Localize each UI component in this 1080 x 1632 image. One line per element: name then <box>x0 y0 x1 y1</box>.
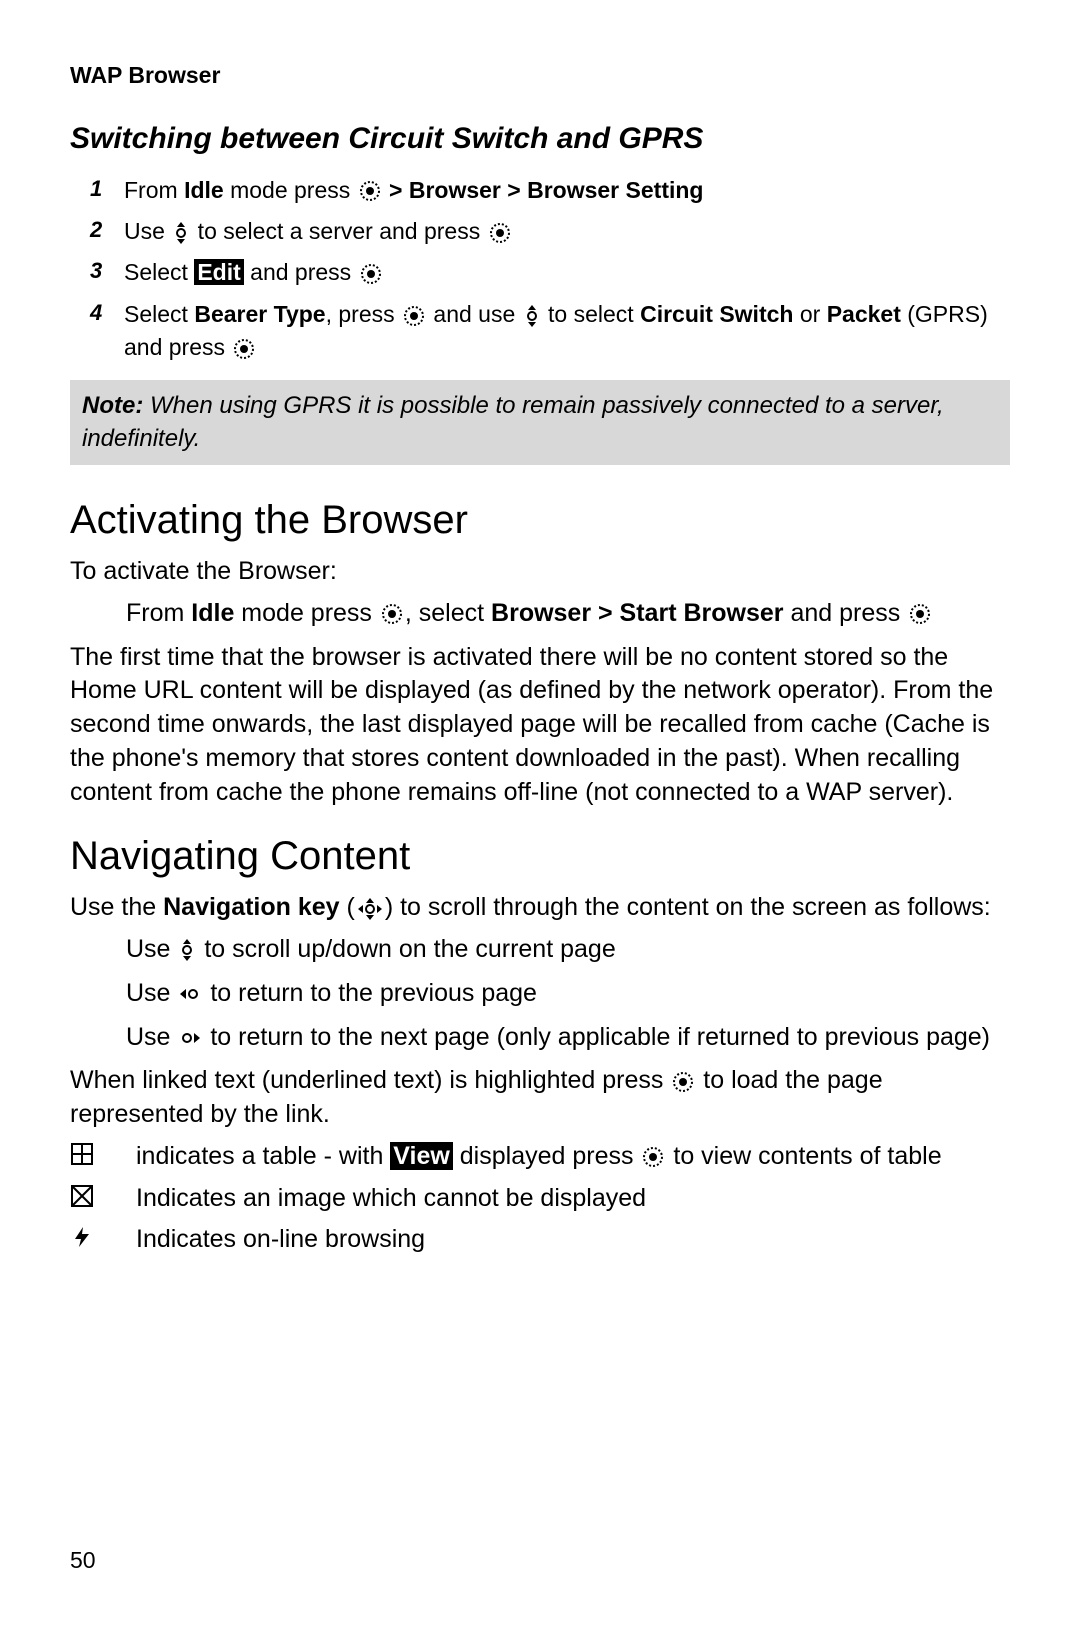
section-switching-heading: Switching between Circuit Switch and GPR… <box>70 119 1010 160</box>
center-key-icon <box>359 180 381 202</box>
txt: Use <box>124 218 171 244</box>
txt: to view contents of table <box>666 1142 941 1170</box>
txt: Navigation key <box>163 893 339 921</box>
txt: Use the <box>70 893 163 921</box>
txt: Circuit Switch <box>640 301 793 327</box>
online-icon <box>70 1223 126 1257</box>
nav-updown-icon <box>173 221 189 245</box>
center-key-icon <box>672 1071 694 1093</box>
txt: to return to the previous page <box>203 979 537 1007</box>
note-label: Note: <box>82 392 143 419</box>
step-2: 2 Use to select a server and press <box>90 215 1010 248</box>
txt: or <box>793 301 826 327</box>
step-num: 1 <box>90 174 124 207</box>
txt: to select <box>542 301 640 327</box>
txt: to return to the next page (only applica… <box>203 1023 990 1051</box>
legend-text: indicates a table - with View displayed … <box>136 1140 1010 1174</box>
step-1: 1 From Idle mode press > Browser > Brows… <box>90 174 1010 207</box>
nav-bullet-1: Use to scroll up/down on the current pag… <box>126 933 1010 967</box>
txt: to select a server and press <box>191 218 486 244</box>
txt: displayed press <box>453 1142 641 1170</box>
txt: Select <box>124 301 194 327</box>
legend-broken-image: Indicates an image which cannot be displ… <box>70 1182 1010 1216</box>
page-number: 50 <box>70 1545 96 1576</box>
nav-left-icon <box>179 986 201 1002</box>
navigating-intro: Use the Navigation key ( ) to scroll thro… <box>70 891 1010 925</box>
step-num: 4 <box>90 298 124 365</box>
txt: indicates a table - with <box>136 1142 390 1170</box>
step-4: 4 Select Bearer Type, press and use to s… <box>90 298 1010 365</box>
edit-label: Edit <box>194 259 243 285</box>
legend-online: Indicates on-line browsing <box>70 1223 1010 1257</box>
view-label: View <box>390 1142 453 1170</box>
txt: Idle <box>191 599 234 627</box>
step-num: 3 <box>90 256 124 289</box>
txt: ) to scroll through the content on the s… <box>385 893 991 921</box>
txt: to scroll up/down on the current page <box>197 935 615 963</box>
txt: > Browser > Browser Setting <box>383 177 704 203</box>
txt: mode press <box>234 599 379 627</box>
txt: Use <box>126 979 177 1007</box>
nav-updown-icon <box>179 938 195 962</box>
step-text: From Idle mode press > Browser > Browser… <box>124 174 1010 207</box>
txt: Packet <box>827 301 901 327</box>
activating-heading: Activating the Browser <box>70 493 1010 547</box>
txt: Bearer Type <box>194 301 325 327</box>
txt: Select <box>124 259 194 285</box>
legend-text: Indicates on-line browsing <box>136 1223 1010 1257</box>
step-text: Use to select a server and press <box>124 215 1010 248</box>
page-header: WAP Browser <box>70 60 1010 91</box>
txt: Browser > Start Browser <box>491 599 783 627</box>
nav-right-icon <box>179 1030 201 1046</box>
center-key-icon <box>489 222 511 244</box>
table-icon <box>70 1140 126 1174</box>
step-list: 1 From Idle mode press > Browser > Brows… <box>90 174 1010 365</box>
txt: From <box>124 177 184 203</box>
broken-image-icon <box>70 1182 126 1216</box>
txt: and press <box>784 599 908 627</box>
activating-para: The first time that the browser is activ… <box>70 641 1010 810</box>
note-text: When using GPRS it is possible to remain… <box>82 392 944 451</box>
center-key-icon <box>360 263 382 285</box>
txt: , press <box>326 301 401 327</box>
nav-updown-icon <box>524 304 540 328</box>
txt: mode press <box>224 177 357 203</box>
txt: and use <box>427 301 522 327</box>
center-key-icon <box>233 338 255 360</box>
nav-bullet-3: Use to return to the next page (only app… <box>126 1021 1010 1055</box>
txt: Idle <box>184 177 224 203</box>
nav-bullet-2: Use to return to the previous page <box>126 977 1010 1011</box>
txt: Use <box>126 1023 177 1051</box>
step-num: 2 <box>90 215 124 248</box>
step-3: 3 Select Edit and press <box>90 256 1010 289</box>
center-key-icon <box>381 603 403 625</box>
step-text: Select Bearer Type, press and use to sel… <box>124 298 1010 365</box>
txt: Use <box>126 935 177 963</box>
txt: When linked text (underlined text) is hi… <box>70 1066 670 1094</box>
legend-table: indicates a table - with View displayed … <box>70 1140 1010 1174</box>
txt: , select <box>405 599 491 627</box>
note-box: Note: When using GPRS it is possible to … <box>70 380 1010 465</box>
center-key-icon <box>909 603 931 625</box>
activating-intro: To activate the Browser: <box>70 555 1010 589</box>
linked-text-info: When linked text (underlined text) is hi… <box>70 1064 1010 1132</box>
center-key-icon <box>642 1146 664 1168</box>
navigating-heading: Navigating Content <box>70 829 1010 883</box>
legend-text: Indicates an image which cannot be displ… <box>136 1182 1010 1216</box>
nav-all-icon <box>357 897 383 921</box>
txt: From <box>126 599 191 627</box>
activating-instruction: From Idle mode press , select Browser > … <box>126 597 1010 631</box>
txt: ( <box>340 893 355 921</box>
txt: and press <box>244 259 358 285</box>
step-text: Select Edit and press <box>124 256 1010 289</box>
center-key-icon <box>403 305 425 327</box>
